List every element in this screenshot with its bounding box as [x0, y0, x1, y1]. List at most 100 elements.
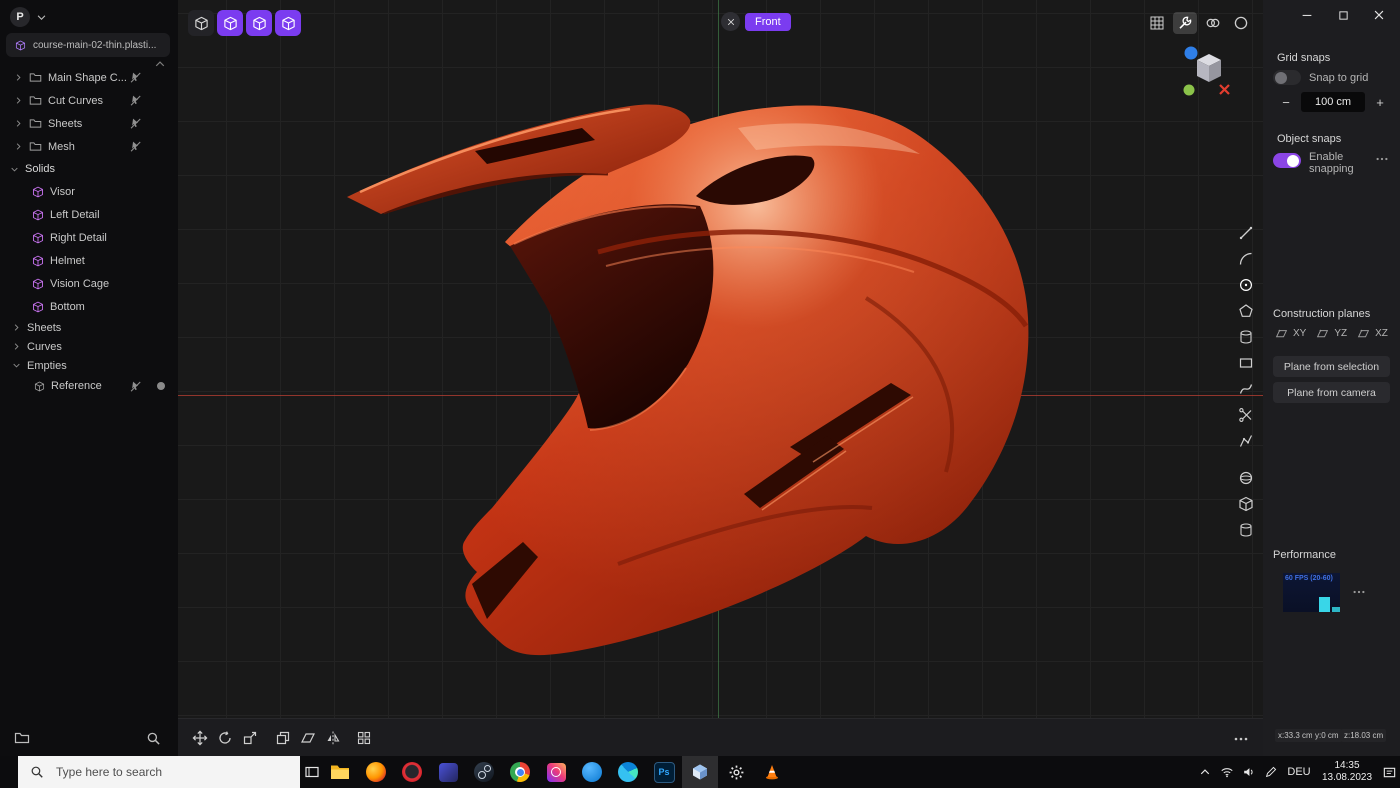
unselectable-icon[interactable]: [129, 94, 142, 107]
chevron-right-icon[interactable]: [14, 73, 23, 82]
chevron-right-icon[interactable]: [12, 323, 21, 332]
tree-section-sheets[interactable]: Sheets: [0, 318, 178, 337]
unselectable-icon[interactable]: [129, 140, 142, 153]
close-window-button[interactable]: [1366, 5, 1392, 25]
maximize-window-button[interactable]: [1330, 5, 1356, 25]
view-gizmo[interactable]: [1179, 44, 1235, 102]
chevron-down-icon[interactable]: [10, 165, 19, 174]
helmet-model[interactable]: [178, 0, 1263, 756]
tree-solid-right-detail[interactable]: Right Detail: [0, 226, 178, 249]
arc-tool-button[interactable]: [1234, 247, 1258, 270]
taskbar-photoshop-icon[interactable]: Ps: [646, 756, 682, 788]
taskbar-settings-icon[interactable]: [718, 756, 754, 788]
open-folder-icon[interactable]: [14, 730, 30, 746]
tray-chevron-up-icon[interactable]: [1194, 756, 1216, 788]
sheet-button[interactable]: [296, 726, 319, 750]
taskbar-firefox-icon[interactable]: [358, 756, 394, 788]
taskbar-vlc-icon[interactable]: [754, 756, 790, 788]
chevron-right-icon[interactable]: [12, 342, 21, 351]
sphere-tool-button[interactable]: [1234, 466, 1258, 489]
tree-solid-helmet[interactable]: Helmet: [0, 249, 178, 272]
mirror-button[interactable]: [321, 726, 344, 750]
array-button[interactable]: [352, 726, 375, 750]
tree-empty-reference[interactable]: Reference: [0, 375, 178, 397]
selection-mode-face-button[interactable]: [246, 10, 272, 36]
enable-snapping-toggle[interactable]: [1273, 153, 1301, 168]
taskbar-skype-icon[interactable]: [574, 756, 610, 788]
search-tree-icon[interactable]: [146, 731, 161, 746]
taskbar-file-explorer-icon[interactable]: [322, 756, 358, 788]
selection-mode-edge-button[interactable]: [217, 10, 243, 36]
chevron-right-icon[interactable]: [14, 142, 23, 151]
chevron-down-icon[interactable]: [12, 361, 21, 370]
toggle-grid-button[interactable]: [1145, 12, 1169, 34]
pen-settings-icon[interactable]: [1260, 756, 1282, 788]
snap-to-grid-toggle[interactable]: [1273, 70, 1301, 85]
move-button[interactable]: [188, 726, 211, 750]
minimize-window-button[interactable]: [1294, 5, 1320, 25]
tools-button[interactable]: [1173, 12, 1197, 34]
clock[interactable]: 14:35 13.08.2023: [1316, 760, 1378, 784]
spline-tool-button[interactable]: [1234, 377, 1258, 400]
tree-solid-left-detail[interactable]: Left Detail: [0, 203, 178, 226]
plane-yz-button[interactable]: YZ: [1334, 328, 1347, 339]
line-tool-button[interactable]: [1234, 221, 1258, 244]
rectangle-tool-button[interactable]: [1234, 351, 1258, 374]
render-mode-button[interactable]: [1229, 12, 1253, 34]
object-snaps-more-icon[interactable]: [1375, 152, 1389, 166]
search-input[interactable]: [54, 764, 278, 780]
tree-folder-mesh[interactable]: Mesh: [0, 135, 178, 158]
more-options-icon[interactable]: [1233, 731, 1249, 747]
taskbar-instagram-icon[interactable]: [538, 756, 574, 788]
visibility-dot[interactable]: [157, 382, 165, 390]
grid-size-increase-button[interactable]: +: [1371, 95, 1389, 110]
extrude-tool-button[interactable]: [1234, 518, 1258, 541]
tree-solid-bottom[interactable]: Bottom: [0, 295, 178, 318]
tree-section-curves[interactable]: Curves: [0, 337, 178, 356]
tree-solid-visor[interactable]: Visor: [0, 180, 178, 203]
center-circle-tool-button[interactable]: [1234, 273, 1258, 296]
selection-mode-solid-button[interactable]: [275, 10, 301, 36]
grid-size-decrease-button[interactable]: −: [1277, 95, 1295, 110]
unselectable-icon[interactable]: [129, 71, 142, 84]
tree-folder-cut-curves[interactable]: Cut Curves: [0, 89, 178, 112]
selection-mode-control-point-button[interactable]: [188, 10, 214, 36]
taskbar-edge-icon[interactable]: [610, 756, 646, 788]
cylinder-tool-button[interactable]: [1234, 325, 1258, 348]
chevron-right-icon[interactable]: [14, 119, 23, 128]
app-menu-chevron-icon[interactable]: [36, 12, 47, 23]
language-indicator[interactable]: DEU: [1282, 756, 1316, 788]
plane-from-selection-button[interactable]: Plane from selection: [1273, 356, 1390, 377]
taskbar-plasticity-icon[interactable]: [682, 756, 718, 788]
taskbar-search[interactable]: [18, 756, 300, 788]
3d-viewport[interactable]: Front: [178, 0, 1263, 756]
unselectable-icon[interactable]: [129, 380, 142, 393]
snapping-overlay-button[interactable]: [1201, 12, 1225, 34]
trim-tool-button[interactable]: [1234, 403, 1258, 426]
polyline-tool-button[interactable]: [1234, 429, 1258, 452]
taskbar-chrome-icon[interactable]: [502, 756, 538, 788]
polygon-tool-button[interactable]: [1234, 299, 1258, 322]
app-logo[interactable]: P: [10, 7, 30, 27]
grid-size-value[interactable]: 100 cm: [1301, 92, 1365, 112]
file-tab[interactable]: course-main-02-thin.plasti...: [6, 33, 170, 57]
taskbar-steam-icon[interactable]: [466, 756, 502, 788]
plane-from-camera-button[interactable]: Plane from camera: [1273, 382, 1390, 403]
tree-folder-sheets[interactable]: Sheets: [0, 112, 178, 135]
tree-section-empties[interactable]: Empties: [0, 356, 178, 375]
box-tool-button[interactable]: [1234, 492, 1258, 515]
unselectable-icon[interactable]: [129, 117, 142, 130]
duplicate-button[interactable]: [271, 726, 294, 750]
view-orientation-badge[interactable]: Front: [745, 13, 791, 31]
taskbar-brave-icon[interactable]: [394, 756, 430, 788]
plane-xz-button[interactable]: XZ: [1375, 328, 1388, 339]
chevron-right-icon[interactable]: [14, 96, 23, 105]
tree-solid-vision-cage[interactable]: Vision Cage: [0, 272, 178, 295]
taskbar-discord-icon[interactable]: [430, 756, 466, 788]
close-view-button[interactable]: [721, 12, 740, 31]
volume-icon[interactable]: [1238, 756, 1260, 788]
plane-xy-button[interactable]: XY: [1293, 328, 1306, 339]
tree-section-solids[interactable]: Solids: [0, 158, 178, 180]
rotate-button[interactable]: [213, 726, 236, 750]
network-icon[interactable]: [1216, 756, 1238, 788]
